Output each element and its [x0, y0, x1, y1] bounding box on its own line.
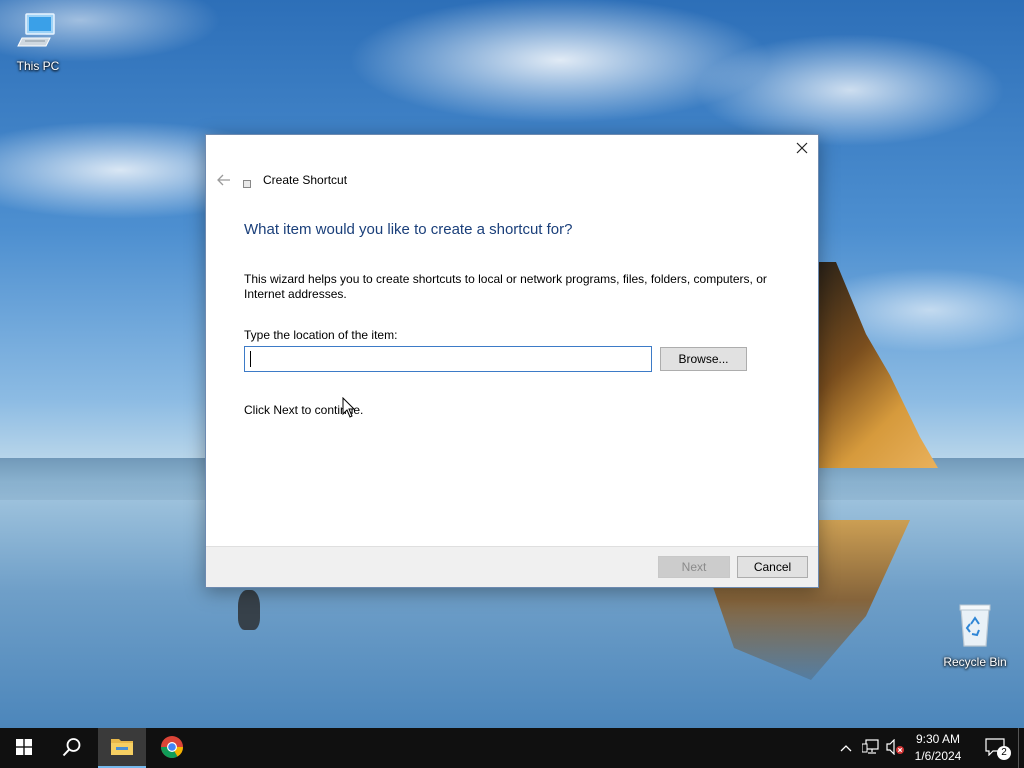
- location-input[interactable]: [244, 346, 652, 372]
- location-label: Type the location of the item:: [244, 328, 398, 342]
- volume-button[interactable]: [884, 728, 906, 768]
- taskbar-chrome[interactable]: [148, 728, 196, 768]
- network-icon: [861, 738, 880, 758]
- start-button[interactable]: [0, 728, 48, 768]
- computer-icon: [0, 8, 76, 55]
- taskbar-file-explorer[interactable]: [98, 728, 146, 768]
- taskbar: 9:30 AM 1/6/2024 2: [0, 728, 1024, 768]
- network-button[interactable]: [860, 728, 882, 768]
- clock-time: 9:30 AM: [915, 732, 961, 746]
- windows-start-icon: [16, 738, 32, 758]
- wallpaper-cliff: [818, 262, 938, 468]
- wizard-heading: What item would you like to create a sho…: [244, 221, 573, 238]
- dialog-title: Create Shortcut: [263, 173, 348, 187]
- action-center-button[interactable]: 2: [978, 728, 1014, 768]
- taskbar-clock[interactable]: 9:30 AM 1/6/2024: [908, 731, 968, 765]
- desktop-icon-label: This PC: [16, 59, 60, 73]
- chrome-icon: [160, 735, 184, 762]
- desktop-icon-recycle-bin[interactable]: Recycle Bin: [937, 602, 1013, 669]
- wallpaper-person: [238, 590, 260, 630]
- chevron-up-icon: [840, 741, 852, 755]
- cancel-button[interactable]: Cancel: [737, 556, 808, 578]
- show-hidden-icons-button[interactable]: [836, 728, 856, 768]
- notification-icon: 2: [985, 738, 1011, 760]
- create-shortcut-dialog: Create Shortcut What item would you like…: [205, 134, 819, 588]
- desktop-icon-label: Recycle Bin: [943, 655, 1007, 669]
- recycle-bin-icon: [937, 602, 1013, 651]
- dialog-footer: Next Cancel: [206, 546, 818, 587]
- browse-button[interactable]: Browse...: [660, 347, 747, 371]
- shortcut-icon: [243, 180, 251, 188]
- show-desktop-button[interactable]: [1018, 728, 1024, 768]
- wizard-description: This wizard helps you to create shortcut…: [244, 272, 767, 301]
- close-icon: [796, 141, 808, 159]
- search-button[interactable]: [48, 728, 96, 768]
- desktop-icon-this-pc[interactable]: This PC: [0, 8, 76, 73]
- notification-count-badge: 2: [997, 746, 1011, 760]
- search-icon: [62, 737, 82, 760]
- back-button[interactable]: [214, 171, 234, 191]
- next-button[interactable]: Next: [658, 556, 730, 578]
- clock-date: 1/6/2024: [914, 749, 962, 763]
- back-arrow-icon: [217, 173, 231, 190]
- file-explorer-icon: [110, 736, 134, 759]
- volume-muted-icon: [885, 738, 905, 758]
- text-caret: [250, 351, 251, 367]
- close-button[interactable]: [786, 135, 818, 165]
